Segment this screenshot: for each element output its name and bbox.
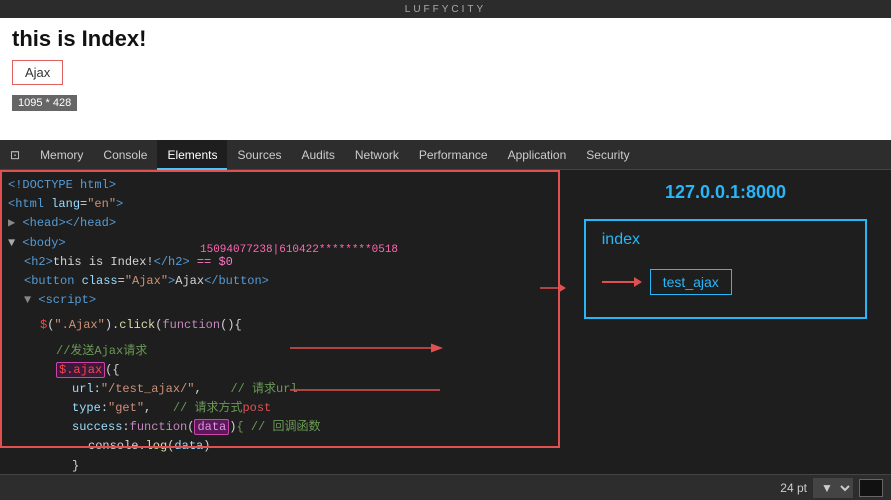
font-size-dropdown[interactable]: ▼ <box>813 478 853 498</box>
devtools-body: 15094077238|610422********0518 <!DOCTYPE… <box>0 170 891 474</box>
tab-elements[interactable]: Elements <box>157 140 227 170</box>
index-label: index <box>602 231 850 249</box>
main-content: this is Index! Ajax 1095 * 428 <box>0 18 891 118</box>
tab-memory[interactable]: Memory <box>30 140 93 170</box>
tab-performance[interactable]: Performance <box>409 140 498 170</box>
tab-security[interactable]: Security <box>576 140 639 170</box>
code-line-button: <button class="Ajax">Ajax</button> <box>8 272 552 291</box>
phone-number-overlay: 15094077238|610422********0518 <box>200 242 398 260</box>
devtools-icon: ⊡ <box>4 148 26 162</box>
size-label: 1095 * 428 <box>12 95 77 111</box>
code-panel: 15094077238|610422********0518 <!DOCTYPE… <box>0 170 560 474</box>
tab-application[interactable]: Application <box>498 140 577 170</box>
code-line-doctype: <!DOCTYPE html> <box>8 176 552 195</box>
tab-network[interactable]: Network <box>345 140 409 170</box>
code-line-type: type:"get", // 请求方式post <box>8 399 552 418</box>
devtools-footer: 24 pt ▼ <box>0 474 891 500</box>
code-line-html: <html lang="en"> <box>8 195 552 214</box>
code-line-success: success:function(data){ // 回调函数 <box>8 418 552 437</box>
brand-label: LUFFYCITY <box>405 4 486 15</box>
color-swatch <box>859 479 883 497</box>
server-address: 127.0.0.1:8000 <box>568 182 883 203</box>
devtools-tabs: ⊡ Memory Console Elements Sources Audits… <box>0 140 891 170</box>
code-line-url: url:"/test_ajax/", // 请求url <box>8 380 552 399</box>
tab-console[interactable]: Console <box>93 140 157 170</box>
code-line-script-open: ▼ <script> <box>8 291 552 310</box>
arrow-to-test-ajax <box>602 270 642 294</box>
server-box: index test_ajax <box>584 219 868 319</box>
code-line-brace1: } <box>8 457 552 474</box>
code-line-head: ▶ <head></head> <box>8 214 552 233</box>
site-header: LUFFYCITY <box>0 0 891 18</box>
tab-sources[interactable]: Sources <box>227 140 291 170</box>
tab-audits[interactable]: Audits <box>292 140 345 170</box>
code-line-comment-ajax: //发送Ajax请求 <box>8 342 552 361</box>
devtools-panel: ⊡ Memory Console Elements Sources Audits… <box>0 140 891 500</box>
test-ajax-button[interactable]: test_ajax <box>650 269 732 295</box>
ajax-button[interactable]: Ajax <box>12 60 63 85</box>
right-panel: 127.0.0.1:8000 index test_ajax <box>560 170 891 474</box>
font-size-label: 24 pt <box>780 481 807 495</box>
page-title: this is Index! <box>12 26 879 52</box>
code-line-click: $(".Ajax").click(function(){ <box>8 316 552 335</box>
code-line-ajax-open: $.ajax({ <box>8 361 552 380</box>
code-line-consolelog: console.log(data) <box>8 437 552 456</box>
